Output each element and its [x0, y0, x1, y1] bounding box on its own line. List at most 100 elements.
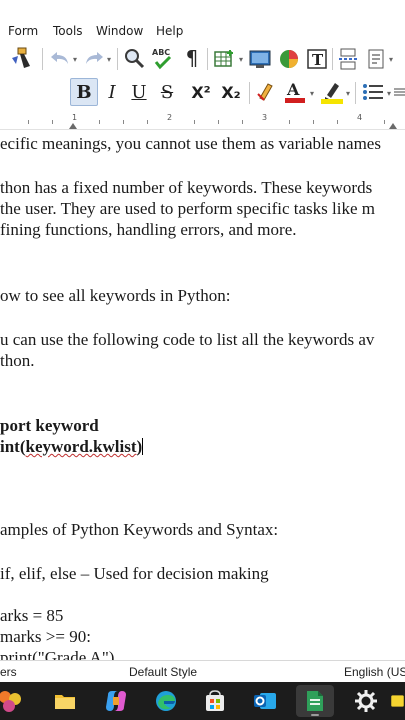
- status-page-style[interactable]: Default Style: [129, 665, 197, 679]
- strikethrough-label: S: [160, 81, 174, 103]
- formatting-marks-icon[interactable]: ¶: [180, 44, 204, 72]
- ruler-number: 2: [167, 113, 173, 122]
- taskbar: [0, 682, 405, 720]
- ruler-tick: [99, 120, 100, 124]
- ruler-tab-stop[interactable]: [69, 123, 77, 129]
- writer-app-icon[interactable]: [296, 685, 334, 717]
- svg-text:T: T: [312, 51, 324, 69]
- undo-icon[interactable]: [48, 46, 72, 70]
- status-bar: ers Default Style English (USA): [0, 660, 405, 682]
- insert-text-box-icon[interactable]: T: [305, 46, 329, 72]
- superscript-button[interactable]: X²: [186, 78, 216, 106]
- store-icon[interactable]: [196, 685, 234, 717]
- ruler-band: [0, 118, 405, 126]
- ruler-tick: [218, 120, 219, 124]
- ruler-number: 4: [357, 113, 363, 122]
- insert-table-icon[interactable]: [212, 46, 238, 72]
- undo-dropdown-icon[interactable]: ▾: [73, 55, 77, 64]
- subscript-label: X₂: [221, 82, 241, 102]
- paragraph-line: the user. They are used to perform speci…: [0, 199, 375, 218]
- settings-icon[interactable]: [347, 685, 385, 717]
- bold-button[interactable]: B: [70, 78, 98, 106]
- svg-text:ABC: ABC: [152, 48, 170, 57]
- paragraph-line: thon.: [0, 351, 35, 370]
- ruler-number: 3: [262, 113, 268, 122]
- bulleted-list-icon[interactable]: [360, 78, 386, 106]
- insert-table-dropdown-icon[interactable]: ▾: [239, 55, 243, 64]
- underline-label: U: [131, 81, 147, 103]
- numbered-list-icon[interactable]: [394, 78, 405, 106]
- text-cursor: [142, 438, 144, 455]
- ruler-tick: [123, 120, 124, 124]
- menu-item-tools[interactable]: Tools: [53, 24, 83, 38]
- misspelled-word[interactable]: keyword.kwlist: [26, 437, 137, 456]
- ruler-tick: [147, 120, 148, 124]
- ruler-tick: [337, 120, 338, 124]
- copilot-icon[interactable]: [97, 685, 135, 717]
- status-language[interactable]: English (USA): [344, 665, 405, 679]
- insert-image-icon[interactable]: [247, 46, 273, 72]
- standard-toolbar: ▾ ▾ ABC ¶ ▾ T ▾: [0, 42, 405, 76]
- paragraph-line: u can use the following code to list all…: [0, 330, 375, 349]
- ruler-tick: [194, 120, 195, 124]
- ruler-tick: [313, 120, 314, 124]
- insert-chart-icon[interactable]: [276, 46, 302, 72]
- toolbar-separator: [42, 48, 43, 70]
- clear-formatting-icon[interactable]: [253, 78, 277, 106]
- redo-dropdown-icon[interactable]: ▾: [107, 55, 111, 64]
- insert-field-dropdown-icon[interactable]: ▾: [389, 55, 393, 64]
- toolbar-separator: [117, 48, 118, 70]
- code-line: int(keyword.kwlist): [0, 437, 144, 457]
- heading-line: amples of Python Keywords and Syntax:: [0, 520, 279, 539]
- horizontal-ruler[interactable]: 1 2 3 4: [0, 112, 405, 130]
- heading-line: ow to see all keywords in Python:: [0, 286, 231, 305]
- insert-field-icon[interactable]: [365, 46, 389, 72]
- highlight-color-icon[interactable]: [318, 78, 346, 106]
- toolbar-separator: [355, 82, 356, 104]
- underline-button[interactable]: U: [127, 78, 151, 106]
- outlook-icon[interactable]: [246, 685, 284, 717]
- menu-item-help[interactable]: Help: [156, 24, 183, 38]
- font-color-dropdown-icon[interactable]: ▾: [310, 89, 314, 98]
- document-page[interactable]: ecific meanings, you cannot use them as …: [0, 130, 405, 660]
- subscript-button[interactable]: X₂: [216, 78, 246, 106]
- status-word-count: ers: [0, 665, 17, 679]
- ruler-tick: [242, 120, 243, 124]
- code-fragment: int(: [0, 437, 26, 456]
- formatting-toolbar: B I U S X² X₂ A ▾ ▾ ▾: [0, 76, 405, 110]
- toolbar-separator: [332, 48, 333, 70]
- ruler-tick: [384, 120, 385, 124]
- italic-label: I: [108, 81, 116, 103]
- ruler-number: 1: [72, 113, 78, 122]
- edge-icon[interactable]: [147, 685, 185, 717]
- active-indicator: [311, 714, 319, 716]
- insert-page-break-icon[interactable]: [337, 46, 361, 72]
- font-color-icon[interactable]: A: [282, 78, 308, 106]
- superscript-label: X²: [191, 82, 211, 102]
- find-replace-icon[interactable]: [121, 46, 147, 72]
- spelling-icon[interactable]: ABC: [149, 44, 177, 72]
- italic-button[interactable]: I: [100, 78, 124, 106]
- start-icon[interactable]: [0, 685, 30, 717]
- paragraph-line: thon has a fixed number of keywords. The…: [0, 178, 373, 197]
- code-line: arks = 85: [0, 606, 64, 625]
- file-explorer-icon[interactable]: [46, 685, 84, 717]
- redo-icon[interactable]: [82, 46, 106, 70]
- menu-item-form[interactable]: Form: [8, 24, 38, 38]
- bulleted-list-dropdown-icon[interactable]: ▾: [387, 89, 391, 98]
- clone-formatting-icon[interactable]: [4, 44, 40, 72]
- toolbar-separator: [249, 82, 250, 104]
- ruler-tick: [52, 120, 53, 124]
- paragraph-line: ecific meanings, you cannot use them as …: [0, 134, 381, 153]
- highlight-dropdown-icon[interactable]: ▾: [346, 89, 350, 98]
- code-line: port keyword: [0, 416, 99, 435]
- ruler-tick: [28, 120, 29, 124]
- ruler-tab-stop[interactable]: [389, 123, 397, 129]
- bold-label: B: [76, 81, 92, 103]
- strikethrough-button[interactable]: S: [155, 78, 179, 106]
- menu-bar: Form Tools Window Help: [0, 22, 405, 42]
- notes-icon[interactable]: [390, 685, 405, 717]
- menu-item-window[interactable]: Window: [96, 24, 143, 38]
- toolbar-separator: [207, 48, 208, 70]
- code-line: print("Grade A"): [0, 648, 115, 660]
